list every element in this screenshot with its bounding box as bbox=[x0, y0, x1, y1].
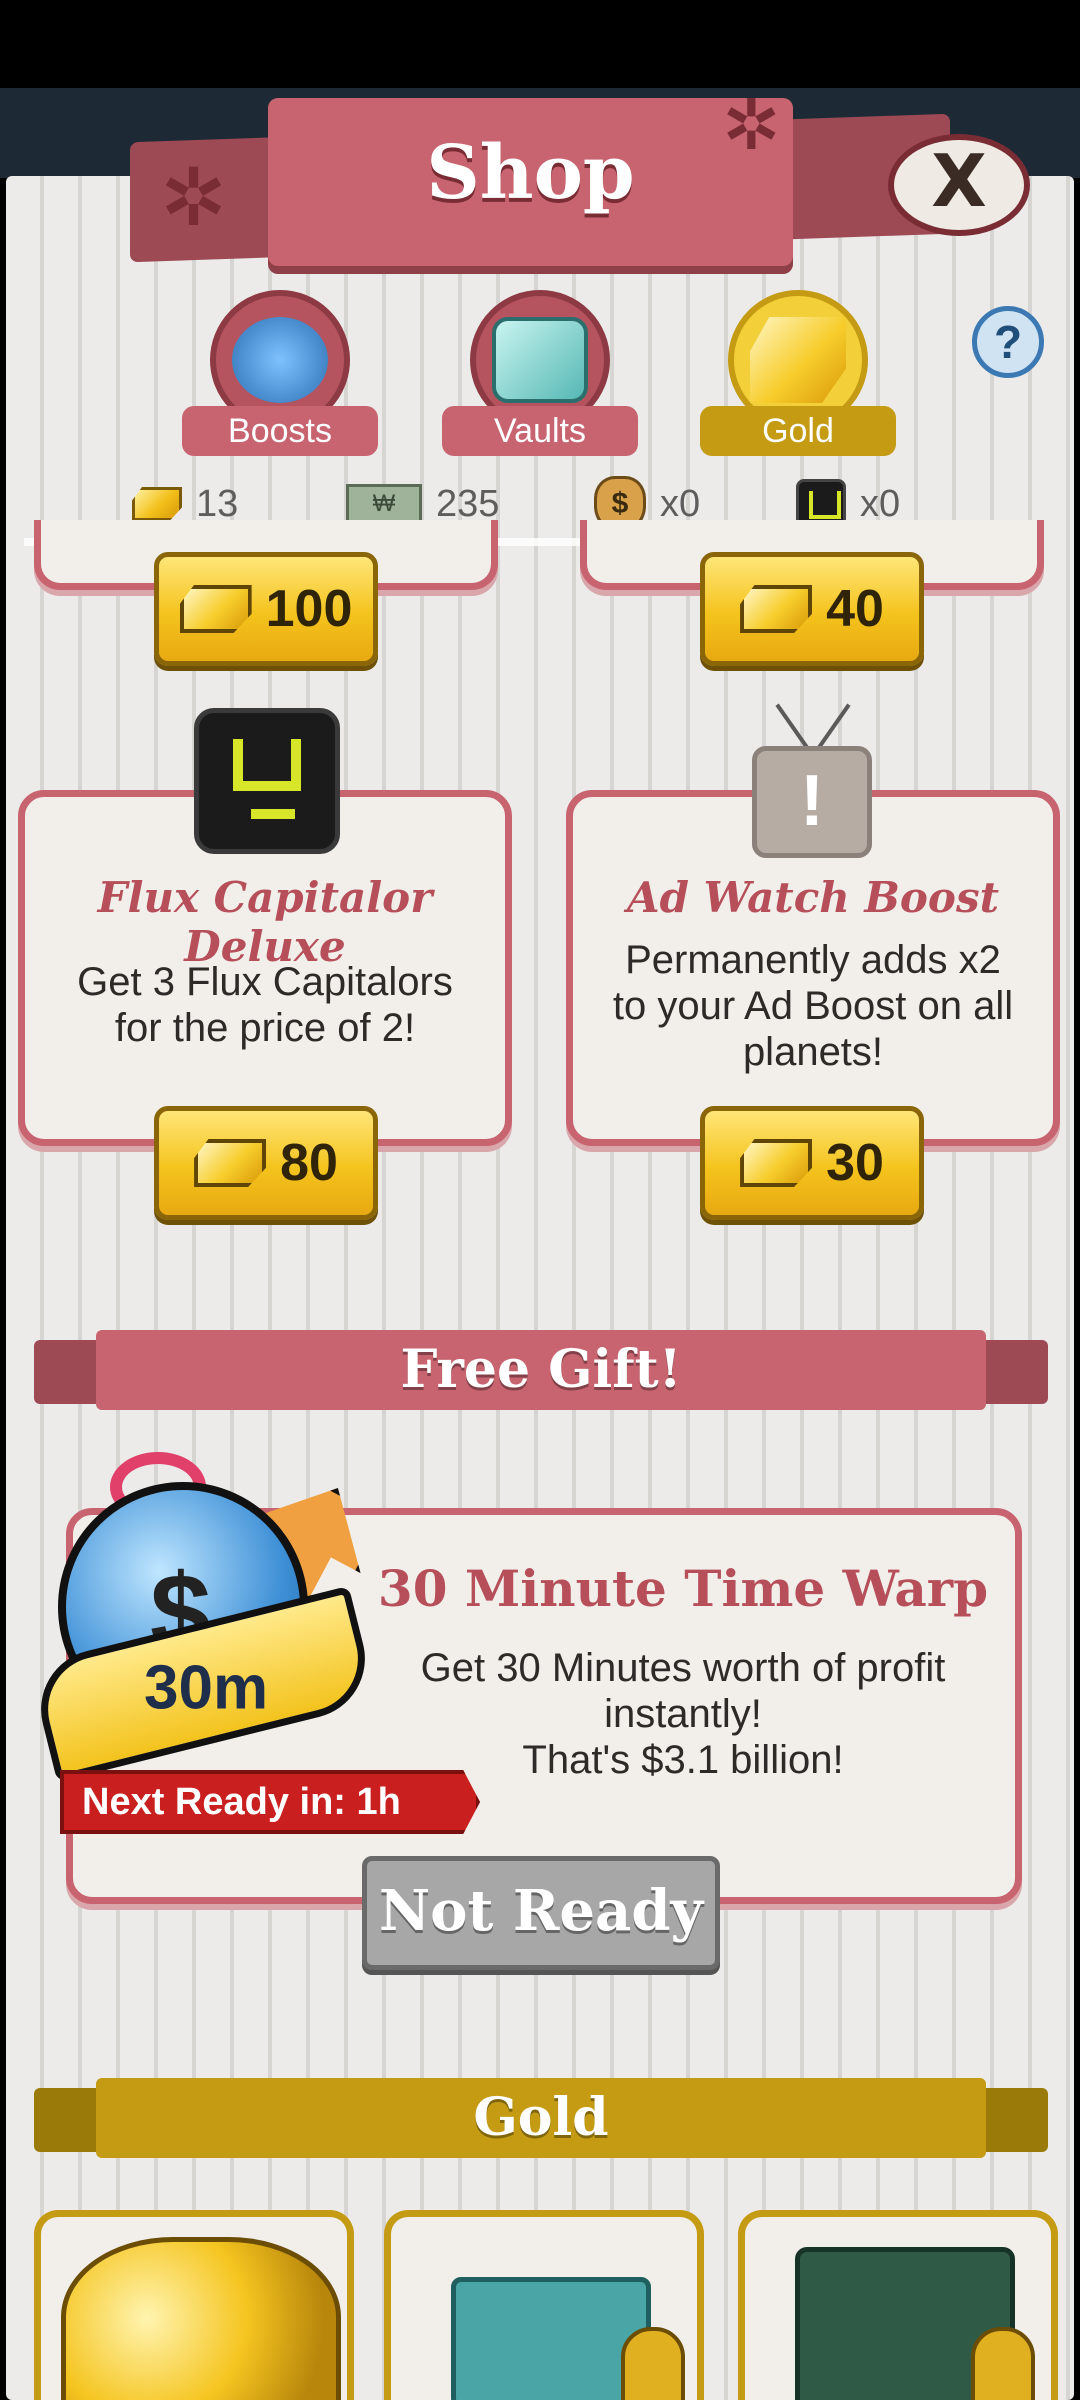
mascot-icon bbox=[971, 2327, 1035, 2400]
gold-gem-icon bbox=[740, 1139, 813, 1187]
tab-vaults[interactable]: Vaults bbox=[442, 290, 638, 456]
close-icon: X bbox=[931, 139, 987, 223]
gold-gem-icon bbox=[179, 585, 252, 633]
section-title: Free Gift! bbox=[96, 1330, 986, 1410]
price-label: 30 bbox=[826, 1134, 884, 1192]
description-line: for the price of 2! bbox=[114, 1006, 416, 1050]
tab-label: Boosts bbox=[182, 406, 378, 456]
help-button[interactable]: ? bbox=[972, 306, 1044, 378]
description-line: Get 3 Flux Capitalors bbox=[77, 960, 453, 1004]
price-label: 80 bbox=[280, 1134, 338, 1192]
price-label: 100 bbox=[265, 580, 353, 638]
section-banner-free-gift: Free Gift! bbox=[34, 1330, 1048, 1410]
gold-gem-icon bbox=[194, 1139, 267, 1187]
buy-button-ad-boost[interactable]: 30 bbox=[700, 1106, 924, 1220]
buy-button-40[interactable]: 40 bbox=[700, 552, 924, 666]
card-description: Get 30 Minutes worth of profit instantly… bbox=[373, 1645, 993, 1783]
mascot-icon bbox=[621, 2327, 685, 2400]
buy-button-100[interactable]: 100 bbox=[154, 552, 378, 666]
description-line: instantly! bbox=[604, 1692, 762, 1736]
gold-gem-icon bbox=[740, 585, 813, 633]
price-label: 40 bbox=[826, 580, 884, 638]
buy-button-flux[interactable]: 80 bbox=[154, 1106, 378, 1220]
time-badge-label: 30m bbox=[144, 1653, 269, 1723]
status-bar bbox=[0, 0, 1080, 88]
gold-pack-bucket[interactable] bbox=[384, 2210, 704, 2400]
tv-icon: ! bbox=[752, 700, 872, 860]
section-banner-gold: Gold bbox=[34, 2078, 1048, 2158]
close-button[interactable]: X bbox=[888, 134, 1030, 236]
card-title: Ad Watch Boost bbox=[626, 873, 999, 922]
gold-pile-icon bbox=[61, 2237, 341, 2400]
tab-gold[interactable]: Gold bbox=[700, 290, 896, 456]
tab-boosts[interactable]: Boosts bbox=[182, 290, 378, 456]
tab-label: Gold bbox=[700, 406, 896, 456]
next-ready-label: Next Ready in: 1h 59m bbox=[60, 1770, 480, 1834]
gold-pack-small[interactable] bbox=[34, 2210, 354, 2400]
flux-capacitor-icon bbox=[194, 708, 340, 854]
card-description: Get 3 Flux Capitalors for the price of 2… bbox=[25, 959, 505, 1051]
description-line: to your Ad Boost on all bbox=[612, 984, 1014, 1028]
tab-label: Vaults bbox=[442, 406, 638, 456]
description-line: Get 30 Minutes worth of profit bbox=[420, 1646, 946, 1690]
section-title: Gold bbox=[96, 2078, 986, 2158]
star-decoration-icon: ✲ bbox=[160, 153, 228, 242]
card-description: Permanently adds x2 to your Ad Boost on … bbox=[573, 937, 1053, 1075]
not-ready-button[interactable]: Not Ready bbox=[362, 1856, 720, 1970]
cash-icon: ₩ bbox=[346, 484, 422, 524]
gold-gem-icon bbox=[132, 487, 182, 521]
card-title: 30 Minute Time Warp bbox=[377, 1559, 989, 1618]
description-line: planets! bbox=[742, 1030, 884, 1074]
page-title: Shop bbox=[426, 130, 635, 216]
description-line: Permanently adds x2 bbox=[625, 938, 1001, 982]
card-title: Flux Capitalor Deluxe bbox=[97, 873, 433, 971]
gold-pack-chest[interactable] bbox=[738, 2210, 1058, 2400]
